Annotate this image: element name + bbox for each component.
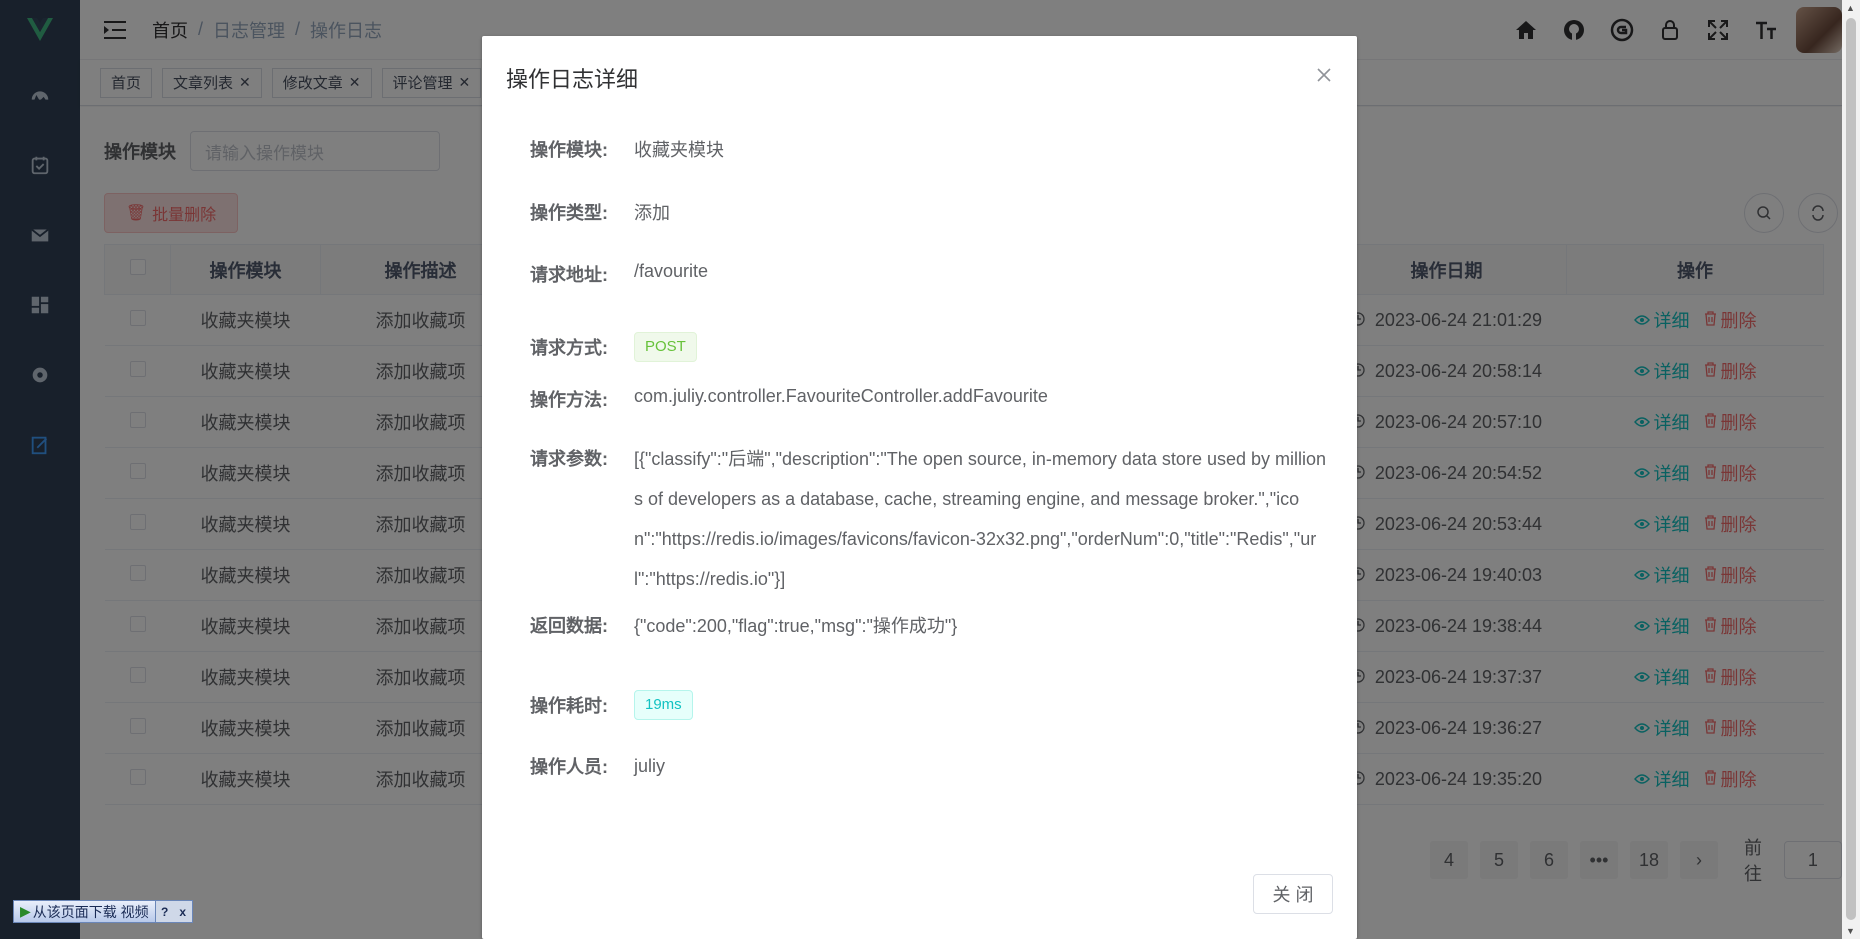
field-url: 请求地址: /favourite (530, 261, 1329, 323)
download-video-button[interactable]: ▶ 从该页面下载 视频 (14, 901, 156, 922)
scroll-down-icon[interactable]: ▼ (1846, 926, 1855, 936)
page-scrollbar[interactable]: ▲ ▼ (1842, 0, 1860, 939)
close-icon[interactable]: x (174, 901, 192, 922)
field-operator: 操作人员: juliy (530, 736, 1329, 796)
field-duration: 操作耗时: 19ms (530, 673, 1329, 736)
field-label: 操作模块: (530, 140, 608, 160)
field-label: 返回数据: (530, 616, 608, 636)
field-label: 操作耗时: (530, 695, 608, 716)
field-value: {"code":200,"flag":true,"msg":"操作成功"} (634, 616, 958, 636)
scroll-up-icon[interactable]: ▲ (1846, 3, 1855, 13)
field-label: 请求地址: (530, 265, 608, 285)
log-detail-dialog: 操作日志详细 操作模块: 收藏夹模块 操作类型: 添加 请求地址: /favou… (482, 36, 1357, 939)
help-icon[interactable]: ? (156, 901, 174, 922)
field-label: 操作人员: (530, 757, 608, 777)
field-value: 添加 (634, 203, 670, 223)
close-icon[interactable] (1313, 64, 1335, 86)
field-value: juliy (634, 755, 666, 776)
duration-badge: 19ms (634, 689, 693, 720)
field-label: 请求方式: (530, 337, 608, 358)
field-module: 操作模块: 收藏夹模块 (530, 136, 1329, 199)
method-badge: POST (634, 331, 697, 362)
play-icon: ▶ (20, 903, 31, 919)
scrollbar-thumb[interactable] (1846, 18, 1856, 920)
field-label: 操作方法: (530, 390, 608, 410)
download-label: 从该页面下载 视频 (32, 903, 149, 920)
field-method: 请求方式: POST (530, 315, 1329, 378)
field-label: 请求参数: (530, 449, 608, 469)
field-label: 操作类型: (530, 203, 608, 223)
field-type: 操作类型: 添加 (530, 199, 1329, 261)
field-value: [{"classify":"后端","description":"The ope… (634, 449, 1327, 589)
field-value: 收藏夹模块 (634, 140, 724, 160)
field-response: 返回数据: {"code":200,"flag":true,"msg":"操作成… (530, 612, 1329, 665)
field-params: 请求参数: [{"classify":"后端","description":"T… (530, 439, 1329, 622)
close-button[interactable]: 关 闭 (1253, 874, 1333, 914)
detail-form: 操作模块: 收藏夹模块 操作类型: 添加 请求地址: /favourite 请求… (530, 136, 1329, 796)
video-download-bar: ▶ 从该页面下载 视频 ? x (13, 900, 193, 923)
field-value: com.juliy.controller.FavouriteController… (634, 386, 1048, 406)
field-value: /favourite (634, 261, 709, 281)
dialog-title: 操作日志详细 (506, 67, 639, 92)
